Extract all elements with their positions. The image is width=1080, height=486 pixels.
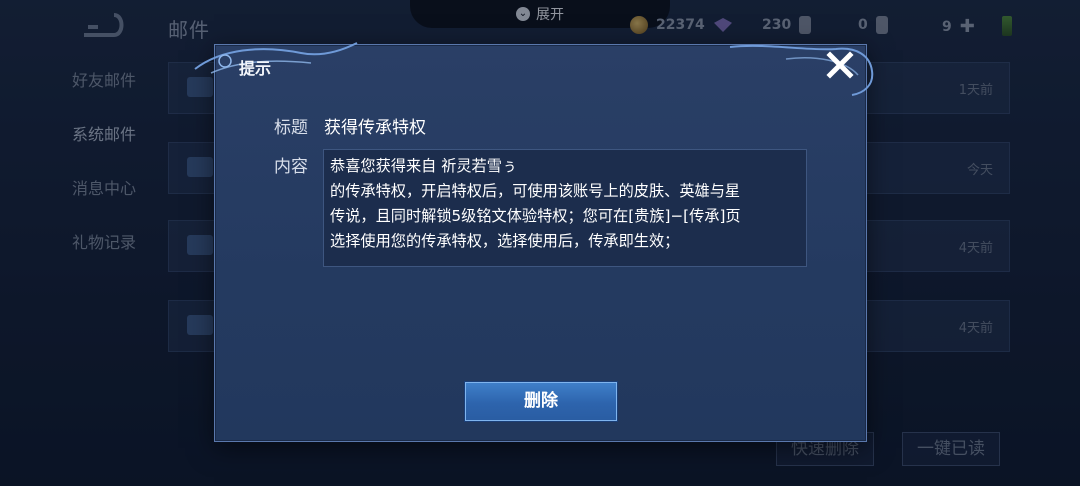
content-line: 选择使用您的传承特权，选择使用后，传承即生效； — [330, 232, 680, 250]
cloud-ornament-icon — [194, 42, 358, 74]
mail-detail-dialog: 提示 标题 获得传承特权 内容 恭喜您获得来自 祈灵若雪ぅ 的传承特权，开启特权… — [194, 42, 874, 442]
close-icon[interactable] — [825, 50, 855, 80]
content-text-area: 恭喜您获得来自 祈灵若雪ぅ 的传承特权，开启特权后，可使用该账号上的皮肤、英雄与… — [323, 149, 807, 267]
content-line: 的传承特权，开启特权后，可使用该账号上的皮肤、英雄与星 — [330, 182, 741, 200]
subject-value: 获得传承特权 — [324, 118, 426, 138]
delete-button[interactable]: 删除 — [465, 382, 617, 421]
dialog-title: 提示 — [239, 59, 272, 78]
content-line: 传说，且同时解锁5级铭文体验特权；您可在[贵族]−[传承]页 — [330, 207, 741, 225]
subject-label: 标题 — [274, 118, 308, 138]
content-label: 内容 — [274, 157, 308, 177]
content-line: 恭喜您获得来自 祈灵若雪ぅ — [330, 157, 518, 175]
